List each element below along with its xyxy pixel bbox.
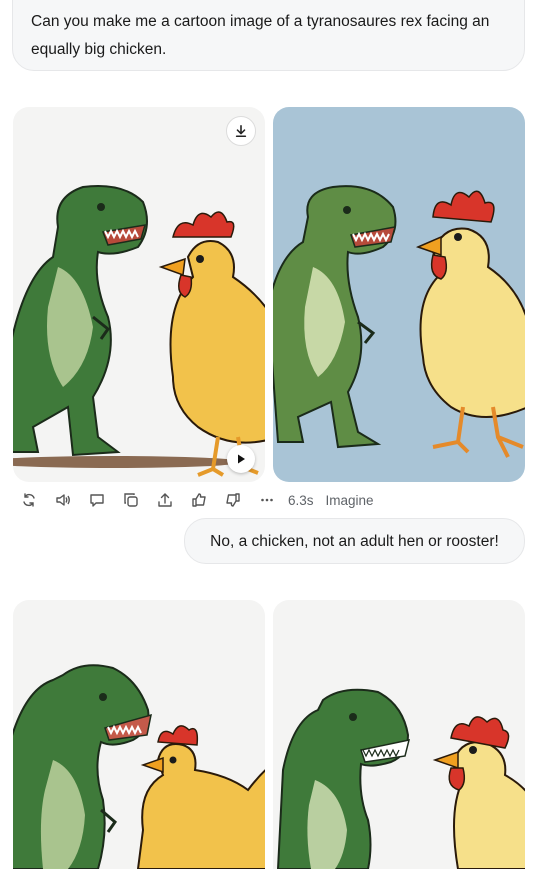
user-message-bubble: Can you make me a cartoon image of a tyr…	[12, 0, 525, 71]
download-icon	[235, 124, 247, 138]
copy-button[interactable]	[114, 488, 148, 512]
comment-button[interactable]	[80, 488, 114, 512]
read-aloud-button[interactable]	[46, 488, 80, 512]
regenerate-button[interactable]	[12, 488, 46, 512]
share-button[interactable]	[148, 488, 182, 512]
play-icon	[238, 454, 245, 464]
comment-icon	[90, 494, 104, 507]
generated-image-3[interactable]	[13, 600, 265, 869]
like-button[interactable]	[182, 488, 216, 512]
more-icon	[261, 498, 273, 502]
generated-image-2[interactable]	[273, 107, 525, 482]
speaker-icon	[56, 494, 70, 506]
user-message-text: Can you make me a cartoon image of a tyr…	[31, 13, 490, 58]
response-action-bar: 6.3s Imagine	[12, 488, 374, 512]
generated-image-1[interactable]	[13, 107, 265, 482]
generated-image-4[interactable]	[273, 600, 525, 869]
play-button[interactable]	[227, 445, 255, 473]
more-button[interactable]	[250, 488, 284, 512]
copy-icon	[124, 493, 138, 507]
thumbs-up-icon	[192, 493, 206, 507]
download-button[interactable]	[226, 116, 256, 146]
response-time: 6.3s	[288, 492, 314, 508]
user-message-text: No, a chicken, not an adult hen or roost…	[210, 533, 499, 550]
thumbs-down-icon	[226, 493, 240, 507]
model-name: Imagine	[325, 492, 374, 508]
user-message-bubble: No, a chicken, not an adult hen or roost…	[184, 518, 525, 564]
regenerate-icon	[23, 493, 35, 507]
dislike-button[interactable]	[216, 488, 250, 512]
share-icon	[158, 493, 172, 507]
